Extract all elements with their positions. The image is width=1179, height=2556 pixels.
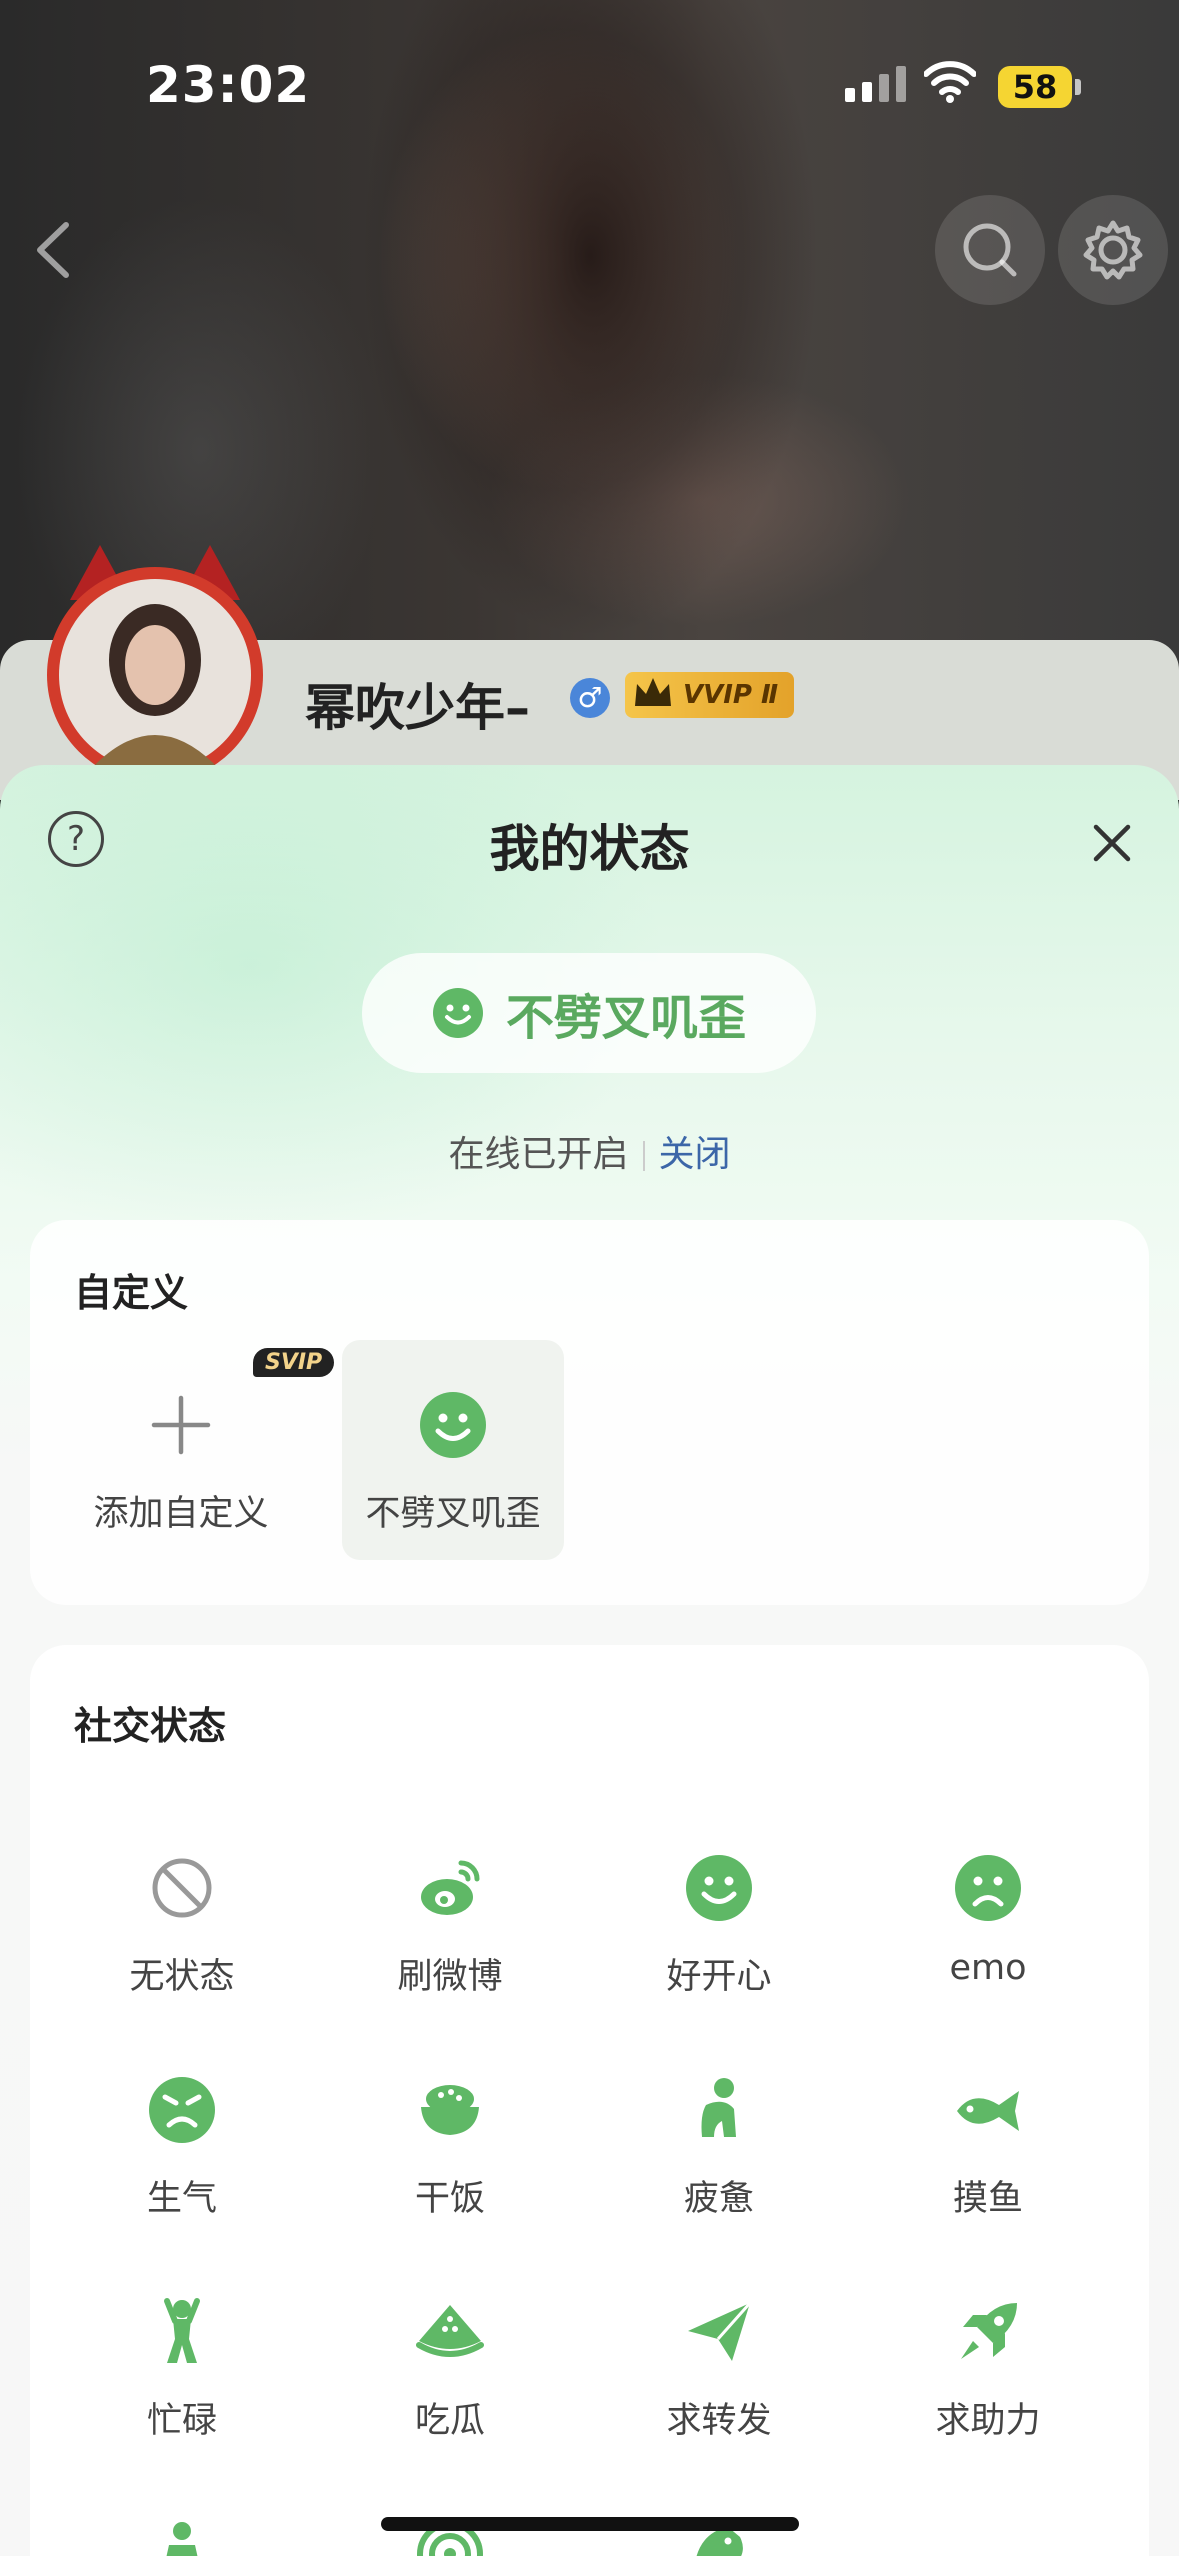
avatar[interactable]: [30, 540, 280, 790]
home-indicator: [381, 2517, 799, 2531]
status-label: 吃瓜: [414, 2401, 485, 2441]
current-status-pill[interactable]: 不劈叉叽歪: [362, 953, 816, 1073]
sad-face-icon: [955, 1855, 1021, 1921]
back-button[interactable]: [0, 195, 110, 305]
social-status-card: 社交状态 无状态 刷微博 好开心 emo 生气 干饭 疲惫 摸鱼 忙碌 吃瓜 求…: [30, 1645, 1149, 2556]
status-label: 无状态: [129, 1957, 235, 1997]
status-label: 疲惫: [683, 2179, 754, 2219]
status-item-eating[interactable]: 干饭: [350, 2075, 550, 2275]
custom-status-label: 不劈叉叽歪: [365, 1494, 541, 1534]
busy-person-icon: [164, 2298, 200, 2363]
status-label: 好开心: [666, 1957, 772, 1997]
smile-icon: [686, 1855, 752, 1921]
status-label: 忙碌: [146, 2401, 217, 2441]
watermelon-icon: [416, 2305, 484, 2357]
weibo-icon: [421, 1860, 480, 1915]
status-label: 干饭: [414, 2179, 485, 2219]
cellular-signal-icon: [845, 66, 906, 102]
status-sheet: ? 我的状态 不劈叉叽歪 在线已开启 关闭 自定义 SVIP 添加自定义 不劈叉…: [0, 765, 1179, 2556]
status-item-emo[interactable]: emo: [888, 1853, 1088, 2053]
profile-username: 幂吹少年–: [305, 679, 530, 737]
status-item-repost[interactable]: 求转发: [619, 2297, 819, 2497]
custom-status-card: 自定义 SVIP 添加自定义 不劈叉叽歪: [30, 1220, 1149, 1605]
meditating-person-icon[interactable]: [147, 2519, 217, 2556]
svip-badge: SVIP: [253, 1348, 335, 1377]
rice-bowl-icon: [421, 2085, 479, 2135]
status-label: 求助力: [935, 2401, 1041, 2441]
status-label: 摸鱼: [952, 2179, 1023, 2219]
search-icon: [963, 223, 1017, 277]
add-custom-label: 添加自定义: [93, 1494, 269, 1534]
smile-icon: [432, 988, 483, 1038]
turn-off-online-link[interactable]: 关闭: [659, 1134, 731, 1175]
status-bar: 23:02 58: [0, 0, 1179, 170]
add-custom-status-button[interactable]: SVIP 添加自定义: [70, 1340, 335, 1560]
gear-icon: [1083, 220, 1143, 280]
search-button[interactable]: [935, 195, 1045, 305]
online-status-row: 在线已开启 关闭: [0, 1125, 1179, 1177]
status-label: 刷微博: [397, 1957, 503, 1997]
custom-section-title: 自定义: [74, 1271, 189, 1315]
vvip-label: VVIP Ⅱ: [683, 680, 779, 710]
close-icon[interactable]: [1082, 813, 1142, 873]
status-item-angry[interactable]: 生气: [82, 2075, 282, 2275]
rocket-icon: [961, 2303, 1017, 2359]
current-status-label: 不劈叉叽歪: [505, 990, 746, 1046]
chevron-left-icon: [37, 222, 69, 278]
status-item-happy[interactable]: 好开心: [619, 1853, 819, 2053]
custom-status-item[interactable]: 不劈叉叽歪: [342, 1340, 564, 1560]
paper-plane-icon: [688, 2302, 752, 2361]
smile-icon: [420, 1392, 486, 1458]
sheet-title: 我的状态: [489, 820, 690, 878]
status-item-slacking[interactable]: 摸鱼: [888, 2075, 1088, 2275]
settings-button[interactable]: [1058, 195, 1168, 305]
status-time: 23:02: [146, 56, 311, 114]
status-item-busy[interactable]: 忙碌: [82, 2297, 282, 2497]
gender-male-icon: ♂: [570, 678, 610, 718]
angry-face-icon: [149, 2077, 215, 2143]
status-item-weibo[interactable]: 刷微博: [350, 1853, 550, 2053]
plus-icon: [151, 1395, 211, 1455]
tired-person-icon: [701, 2078, 736, 2137]
battery-tip: [1075, 79, 1081, 95]
online-status-text: 在线已开启: [448, 1134, 629, 1175]
vvip-badge[interactable]: VVIP Ⅱ: [625, 672, 795, 718]
no-status-icon: [152, 1858, 212, 1918]
wifi-icon: [924, 61, 976, 103]
status-item-tired[interactable]: 疲惫: [619, 2075, 819, 2275]
status-item-no-status[interactable]: 无状态: [82, 1853, 282, 2053]
fish-icon: [957, 2091, 1019, 2131]
social-section-title: 社交状态: [74, 1704, 227, 1748]
status-label: 求转发: [666, 2401, 772, 2441]
status-item-watermelon[interactable]: 吃瓜: [350, 2297, 550, 2497]
battery-icon: 58: [998, 66, 1072, 108]
status-label: 生气: [146, 2179, 217, 2219]
status-label: emo: [949, 1948, 1027, 1988]
status-item-boost[interactable]: 求助力: [888, 2297, 1088, 2497]
crown-icon: [635, 678, 671, 706]
